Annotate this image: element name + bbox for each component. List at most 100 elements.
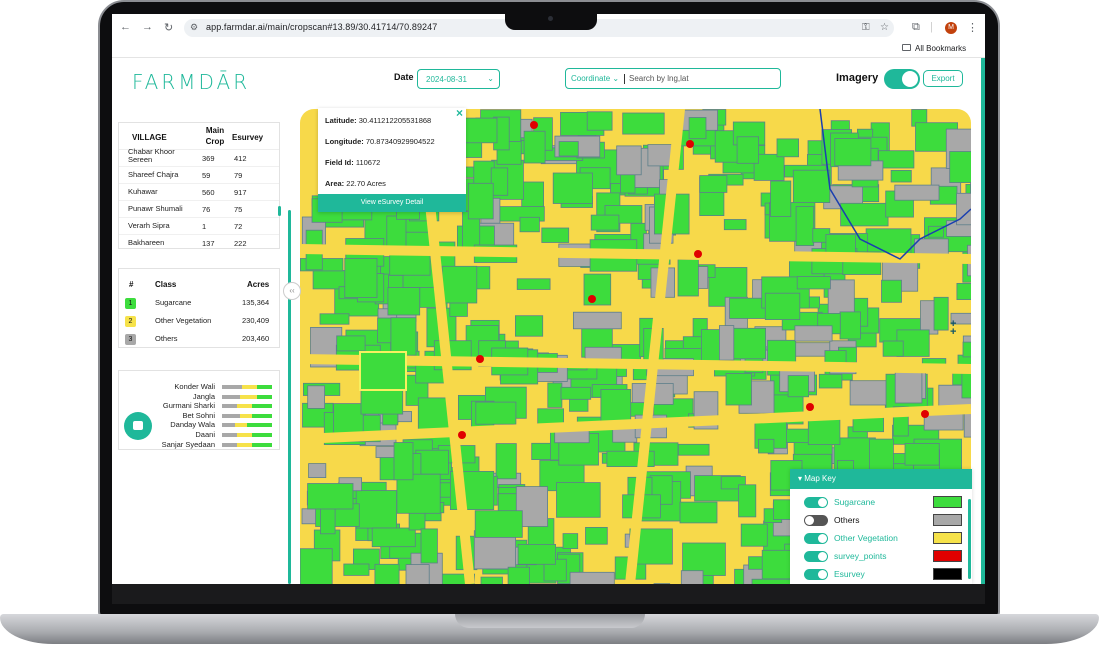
sugarcane-field[interactable] — [343, 563, 370, 576]
survey-point-marker[interactable] — [476, 355, 484, 363]
sugarcane-field[interactable] — [795, 206, 815, 246]
sugarcane-field[interactable] — [560, 386, 592, 400]
selected-field[interactable] — [359, 351, 407, 391]
survey-point-marker[interactable] — [588, 295, 596, 303]
sugarcane-field[interactable] — [758, 438, 775, 454]
survey-point-marker[interactable] — [806, 403, 814, 411]
sugarcane-field[interactable] — [475, 401, 517, 425]
sugarcane-field[interactable] — [516, 278, 551, 290]
url-text[interactable]: app.farmdar.ai/main/cropscan#13.89/30.41… — [206, 22, 437, 32]
map-key-header[interactable]: ▾ Map Key — [790, 469, 972, 489]
sugarcane-field[interactable] — [371, 527, 416, 548]
sugarcane-field[interactable] — [523, 130, 546, 164]
sugarcane-field[interactable] — [725, 373, 752, 406]
sugarcane-field[interactable] — [764, 292, 801, 320]
sugarcane-field[interactable] — [585, 526, 608, 545]
site-info-icon[interactable]: ⚙ — [190, 22, 198, 33]
others-patch[interactable] — [405, 564, 430, 584]
sugarcane-field[interactable] — [834, 138, 872, 167]
sugarcane-field[interactable] — [770, 180, 792, 217]
others-patch[interactable] — [572, 311, 622, 330]
collapse-panel-button[interactable]: ‹‹ — [283, 282, 301, 300]
view-esurvey-button[interactable]: View eSurvey Detail — [318, 194, 466, 212]
table-row[interactable]: Punawr Shumali 76 75 — [119, 201, 279, 218]
sugarcane-field[interactable] — [562, 533, 579, 550]
farmdar-logo[interactable]: FARMDĀR — [132, 70, 250, 94]
export-button[interactable]: Export — [923, 70, 963, 87]
sugarcane-field[interactable] — [336, 335, 366, 352]
sugarcane-field[interactable] — [441, 265, 478, 304]
sugarcane-field[interactable] — [882, 340, 904, 357]
sugarcane-field[interactable] — [420, 528, 438, 564]
sugarcane-field[interactable] — [558, 141, 579, 157]
sugarcane-field[interactable] — [556, 482, 601, 518]
all-bookmarks-link[interactable]: All Bookmarks — [915, 44, 966, 53]
extensions-icon[interactable]: ⧉ — [912, 21, 920, 34]
kebab-menu-icon[interactable]: ⋮ — [967, 21, 978, 34]
sugarcane-field[interactable] — [679, 501, 718, 524]
sugarcane-field[interactable] — [490, 167, 509, 196]
sugarcane-field[interactable] — [839, 311, 861, 340]
avatar[interactable]: M — [945, 22, 957, 34]
sugarcane-field[interactable] — [393, 442, 414, 481]
sugarcane-field[interactable] — [962, 341, 971, 358]
others-patch[interactable] — [569, 571, 615, 584]
sugarcane-field[interactable] — [688, 117, 707, 140]
table-row[interactable]: Bakhareen 137 222 — [119, 235, 279, 249]
sugarcane-field[interactable] — [319, 313, 350, 325]
imagery-toggle[interactable] — [884, 69, 920, 89]
sugarcane-field[interactable] — [796, 276, 831, 290]
chat-button[interactable] — [124, 412, 152, 440]
sugarcane-field[interactable] — [751, 578, 795, 584]
others-patch[interactable] — [894, 184, 940, 201]
sugarcane-field[interactable] — [541, 227, 570, 243]
sugarcane-field[interactable] — [590, 214, 620, 231]
sugarcane-field[interactable] — [787, 375, 810, 398]
map-key-scrollbar[interactable] — [968, 499, 971, 579]
sugarcane-field[interactable] — [699, 175, 728, 193]
sugarcane-field[interactable] — [881, 279, 902, 303]
zoom-in-icon[interactable]: + + — [950, 319, 956, 338]
sugarcane-field[interactable] — [586, 111, 613, 131]
others-patch[interactable] — [307, 385, 325, 409]
table-row[interactable]: Shareef Chajra 59 79 — [119, 167, 279, 184]
back-icon[interactable]: ← — [120, 21, 131, 33]
sugarcane-field[interactable] — [355, 490, 398, 529]
close-icon[interactable]: × — [456, 106, 463, 120]
coordinate-select[interactable]: Coordinate ⌄ — [571, 74, 619, 83]
others-patch[interactable] — [680, 570, 704, 584]
sugarcane-field[interactable] — [495, 443, 517, 480]
table-row[interactable]: Chabar Khoor Sereen 369 412 — [119, 148, 279, 167]
others-patch[interactable] — [718, 325, 735, 361]
sugarcane-field[interactable] — [949, 151, 971, 184]
table-row[interactable]: Kuhawar 560 917 — [119, 184, 279, 201]
sugarcane-field[interactable] — [622, 112, 665, 135]
others-patch[interactable] — [963, 410, 971, 438]
sugarcane-field[interactable] — [480, 576, 503, 584]
layer-toggle[interactable] — [804, 551, 828, 562]
sugarcane-field[interactable] — [547, 382, 563, 408]
sugarcane-field[interactable] — [677, 259, 699, 297]
sugarcane-field[interactable] — [878, 150, 915, 169]
sugarcane-field[interactable] — [374, 563, 400, 584]
reload-icon[interactable]: ↻ — [164, 21, 173, 34]
sugarcane-field[interactable] — [514, 315, 544, 337]
layer-toggle[interactable] — [804, 515, 828, 526]
sugarcane-field[interactable] — [307, 483, 354, 510]
sugarcane-field[interactable] — [521, 181, 544, 209]
coordinate-search[interactable]: Coordinate ⌄ Search by lng,lat — [565, 68, 781, 89]
sugarcane-field[interactable] — [300, 548, 333, 584]
survey-point-marker[interactable] — [686, 140, 694, 148]
sugarcane-field[interactable] — [736, 136, 760, 164]
sugarcane-field[interactable] — [474, 510, 523, 538]
layer-toggle[interactable] — [804, 569, 828, 580]
sugarcane-field[interactable] — [390, 317, 417, 356]
sugarcane-field[interactable] — [840, 202, 889, 227]
sugarcane-field[interactable] — [865, 228, 912, 256]
sugarcane-field[interactable] — [738, 484, 757, 518]
forward-icon[interactable]: → — [142, 21, 153, 33]
sugarcane-field[interactable] — [807, 418, 841, 446]
survey-point-marker[interactable] — [530, 121, 538, 129]
survey-point-marker[interactable] — [694, 250, 702, 258]
others-patch[interactable] — [308, 463, 327, 479]
